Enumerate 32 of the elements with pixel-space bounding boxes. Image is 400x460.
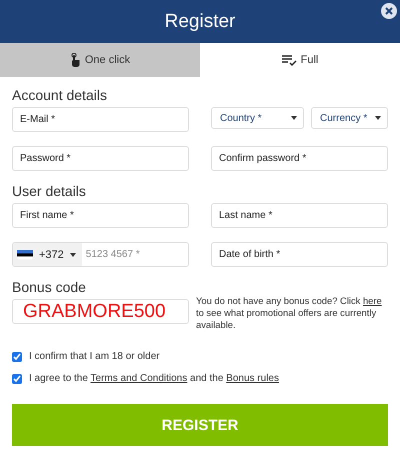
caret-icon — [375, 116, 381, 120]
list-check-icon — [282, 54, 297, 66]
close-button[interactable] — [381, 3, 397, 19]
age-label: I confirm that I am 18 or older — [29, 351, 160, 362]
close-icon — [385, 7, 393, 15]
terms-link[interactable]: Terms and Conditions — [90, 373, 188, 384]
flag-icon — [17, 250, 33, 260]
age-checkbox[interactable] — [12, 352, 22, 362]
password-field[interactable]: Password * — [12, 146, 189, 171]
window-title: Register — [164, 10, 236, 32]
first-name-field[interactable]: First name * — [12, 203, 189, 228]
section-title: User details — [12, 183, 87, 199]
country-dropdown[interactable]: Country * — [211, 107, 304, 129]
tab[interactable]: One click — [0, 43, 200, 77]
hand-pointer-icon — [70, 53, 81, 67]
last-name-field[interactable]: Last name * — [211, 203, 388, 228]
agree-checkbox[interactable] — [12, 374, 22, 384]
currency-dropdown[interactable]: Currency * — [311, 107, 388, 129]
agree-label: I agree to the Terms and Conditions and the Bonus rules — [29, 373, 279, 384]
confirm-password-field[interactable]: Confirm password * — [211, 146, 388, 171]
here-link[interactable]: here — [362, 295, 382, 306]
bonus-hint: You do not have any bonus code? Click here to see what promotional offers are currently available. — [196, 295, 383, 331]
date-of-birth-field[interactable]: Date of birth * — [211, 242, 388, 267]
caret-icon — [291, 116, 297, 120]
phone-field[interactable]: +372 5123 4567 * — [12, 242, 189, 267]
caret-icon — [70, 252, 76, 256]
bonus-code-field[interactable]: GRABMORE500 — [12, 299, 189, 324]
bonus-rules-link[interactable]: Bonus rules — [226, 373, 279, 384]
section-title: Account details — [12, 87, 108, 103]
phone-code-dropdown[interactable]: +372 — [13, 243, 82, 266]
email-field[interactable]: E-Mail * — [12, 107, 189, 132]
section-title: Bonus code — [12, 279, 87, 295]
